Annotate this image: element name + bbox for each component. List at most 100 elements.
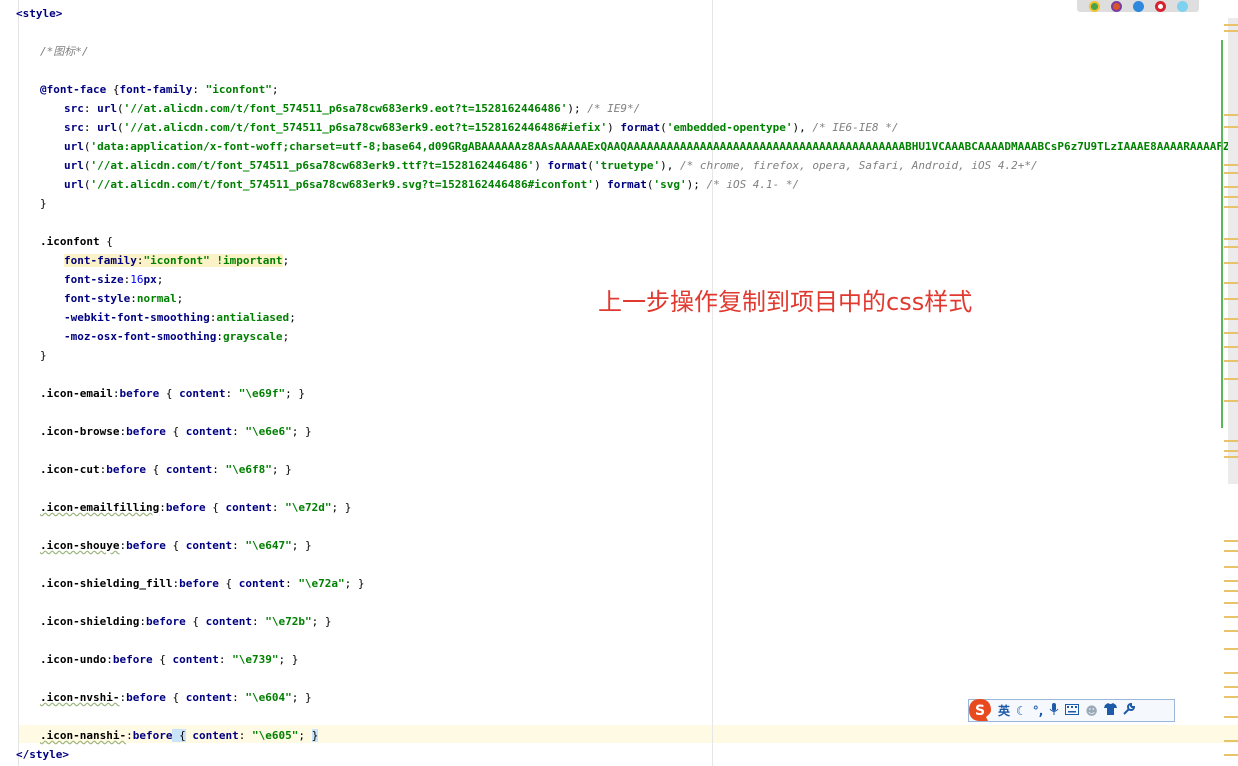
- ime-mode-label[interactable]: 英: [998, 702, 1010, 719]
- keyboard-icon[interactable]: [1065, 703, 1080, 718]
- punctuation-icon[interactable]: °,: [1033, 704, 1044, 718]
- stripe-mark[interactable]: [1224, 346, 1238, 348]
- editor-gutter[interactable]: [0, 0, 19, 766]
- property: -moz-osx-font-smoothing: [64, 330, 217, 343]
- stripe-mark[interactable]: [1224, 360, 1238, 362]
- stripe-mark[interactable]: [1224, 550, 1238, 552]
- string: '//at.alicdn.com/t/font_574511_p6sa78cw6…: [90, 159, 535, 172]
- stripe-mark[interactable]: [1224, 246, 1238, 248]
- brace: {: [185, 615, 199, 628]
- stripe-mark[interactable]: [1224, 716, 1238, 718]
- stripe-mark[interactable]: [1224, 686, 1238, 688]
- punct: ;: [291, 691, 305, 704]
- stripe-mark[interactable]: [1224, 580, 1238, 582]
- string: 'truetype': [593, 159, 661, 172]
- stripe-mark[interactable]: [1224, 172, 1238, 174]
- punct: ;: [331, 501, 345, 514]
- icon-selector: .icon-nvshi-: [40, 691, 120, 704]
- safari-icon[interactable]: [1132, 0, 1144, 12]
- stripe-mark[interactable]: [1224, 164, 1238, 166]
- code-line: .icon-shielding:before { content: "\e72b…: [40, 612, 331, 631]
- string: "\e69f": [238, 387, 286, 400]
- code-line: .icon-emailfilling:before { content: "\e…: [40, 498, 351, 517]
- code-line: }: [40, 346, 47, 365]
- stripe-mark[interactable]: [1224, 602, 1238, 604]
- string: "\e72d": [285, 501, 332, 514]
- microphone-icon[interactable]: [1049, 702, 1059, 719]
- stripe-mark[interactable]: [1224, 114, 1238, 116]
- stripe-mark[interactable]: [1224, 332, 1238, 334]
- ie-icon[interactable]: [1176, 0, 1188, 12]
- moon-icon[interactable]: ☾: [1016, 704, 1027, 718]
- skin-shirt-icon[interactable]: [1103, 703, 1117, 718]
- brace: {: [106, 83, 120, 96]
- punct: :: [218, 653, 233, 666]
- function: url: [64, 140, 84, 153]
- brace: {: [99, 235, 113, 248]
- style-tag: </style>: [16, 748, 69, 761]
- chrome-icon[interactable]: [1088, 0, 1100, 12]
- punct: :: [139, 615, 146, 628]
- stripe-mark[interactable]: [1224, 196, 1238, 198]
- stripe-mark[interactable]: [1224, 238, 1238, 240]
- punct: ;: [311, 615, 325, 628]
- stripe-mark[interactable]: [1224, 630, 1238, 632]
- comment: /* IE6-IE8 */: [812, 121, 899, 134]
- error-stripe[interactable]: [1224, 0, 1238, 766]
- wrench-icon[interactable]: [1123, 702, 1135, 718]
- stripe-mark[interactable]: [1224, 450, 1238, 452]
- code-line: src: url('//at.alicdn.com/t/font_574511_…: [64, 118, 899, 137]
- function: format: [620, 121, 661, 134]
- function: url: [64, 159, 84, 172]
- string: 'svg': [653, 178, 687, 191]
- property: content: [159, 463, 213, 476]
- code-line: font-size:16px;: [64, 270, 163, 289]
- stripe-mark[interactable]: [1224, 540, 1238, 542]
- user-icon[interactable]: ☻: [1085, 704, 1098, 718]
- property: src: [64, 121, 84, 134]
- function: url: [97, 102, 117, 115]
- firefox-icon[interactable]: [1110, 0, 1122, 12]
- stripe-mark[interactable]: [1224, 590, 1238, 592]
- stripe-mark[interactable]: [1224, 24, 1238, 26]
- stripe-mark[interactable]: [1224, 206, 1238, 208]
- punct: (: [83, 140, 91, 153]
- stripe-mark[interactable]: [1224, 566, 1238, 568]
- comment: /* IE9*/: [587, 102, 641, 115]
- stripe-mark[interactable]: [1224, 30, 1238, 32]
- brace: }: [304, 691, 312, 704]
- stripe-mark[interactable]: [1224, 378, 1238, 380]
- stripe-mark[interactable]: [1224, 126, 1238, 128]
- string: 'data:application/x-font-woff;charset=ut…: [90, 140, 1238, 153]
- stripe-mark[interactable]: [1224, 740, 1238, 742]
- stripe-mark[interactable]: [1224, 282, 1238, 284]
- stripe-mark[interactable]: [1224, 400, 1238, 402]
- pseudo-element: before: [106, 463, 146, 476]
- code-line: .icon-email:before { content: "\e69f"; }: [40, 384, 305, 403]
- property: content: [179, 691, 233, 704]
- stripe-mark[interactable]: [1224, 186, 1238, 188]
- code-line: url('//at.alicdn.com/t/font_574511_p6sa7…: [64, 175, 799, 194]
- property: content: [185, 729, 239, 742]
- value: "iconfont" !important: [143, 254, 283, 267]
- punct: ;: [271, 463, 286, 476]
- stripe-mark[interactable]: [1224, 440, 1238, 442]
- stripe-mark[interactable]: [1224, 696, 1238, 698]
- property: -webkit-font-smoothing: [64, 311, 210, 324]
- stripe-mark[interactable]: [1224, 262, 1238, 264]
- stripe-mark[interactable]: [1224, 672, 1238, 674]
- stripe-mark[interactable]: [1224, 754, 1238, 756]
- stripe-mark[interactable]: [1224, 318, 1238, 320]
- code-line: .icon-undo:before { content: "\e739"; }: [40, 650, 298, 669]
- style-tag: <style>: [16, 7, 63, 20]
- sogou-logo-icon[interactable]: S: [968, 698, 992, 722]
- punct: :: [159, 501, 166, 514]
- stripe-mark[interactable]: [1224, 456, 1238, 458]
- stripe-mark[interactable]: [1224, 616, 1238, 618]
- punct: ;: [176, 292, 184, 305]
- opera-icon[interactable]: [1154, 0, 1166, 12]
- brace: {: [152, 653, 166, 666]
- stripe-mark[interactable]: [1224, 648, 1238, 650]
- stripe-mark[interactable]: [1224, 298, 1238, 300]
- icon-selector: .icon-undo: [40, 653, 107, 666]
